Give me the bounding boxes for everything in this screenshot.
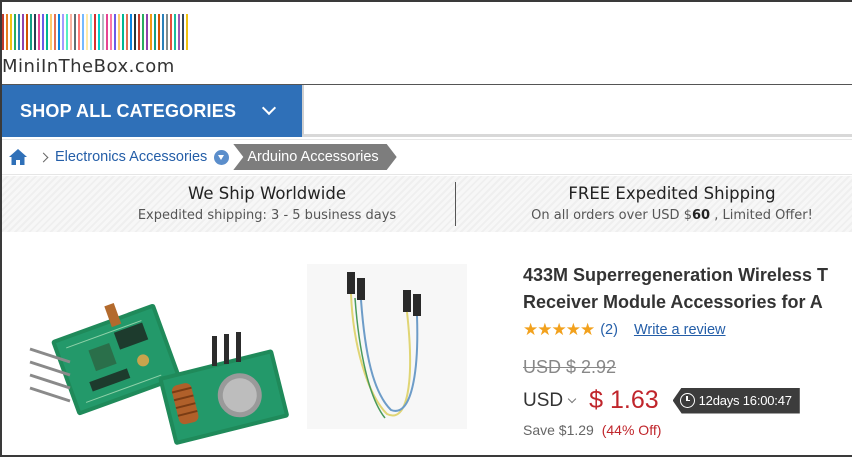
barcode-stripe: [182, 14, 184, 50]
barcode-stripe: [98, 14, 100, 50]
savings-percent: (44% Off): [601, 422, 662, 438]
countdown-timer: 12days 16:00:47: [672, 387, 800, 414]
barcode-stripe: [10, 14, 12, 50]
barcode-stripe: [106, 14, 108, 50]
clock-icon: [679, 392, 695, 408]
ship-worldwide-title: We Ship Worldwide: [188, 184, 346, 203]
barcode-stripe: [186, 14, 188, 50]
currency-label: USD: [523, 389, 564, 411]
barcode-stripe: [162, 14, 164, 50]
product-title-line2: Receiver Module Accessories for A: [523, 292, 823, 312]
barcode-stripe: [2, 14, 4, 50]
rating-stars-icon: ★★★★★: [523, 320, 595, 339]
barcode-stripe: [130, 14, 132, 50]
barcode-stripe: [102, 14, 104, 50]
site-logo[interactable]: MiniInTheBox.com: [2, 14, 192, 78]
barcode-stripe: [158, 14, 160, 50]
barcode-stripe: [146, 14, 148, 50]
chevron-down-icon: [567, 394, 577, 403]
product-thumbnail-image[interactable]: [307, 264, 467, 429]
free-shipping-sub: On all orders over USD $60 , Limited Off…: [507, 208, 837, 223]
barcode-stripe: [134, 14, 136, 50]
price-row: USD $ 1.63 12days 16:00:47: [523, 386, 800, 415]
shop-all-categories-button[interactable]: SHOP ALL CATEGORIES: [2, 85, 302, 137]
barcode-stripe: [38, 14, 40, 50]
barcode-stripe: [18, 14, 20, 50]
barcode-stripe: [54, 14, 56, 50]
barcode-stripe: [114, 14, 116, 50]
barcode-stripe: [30, 14, 32, 50]
savings-amount: Save $1.29: [523, 422, 594, 438]
barcode-stripe: [82, 14, 84, 50]
shipping-banner: We Ship Worldwide Expedited shipping: 3 …: [2, 176, 852, 232]
barcode-stripe: [150, 14, 152, 50]
barcode-stripe: [170, 14, 172, 50]
barcode-stripe: [166, 14, 168, 50]
barcode-stripe: [34, 14, 36, 50]
free-shipping-suffix: , Limited Offer!: [710, 208, 813, 223]
free-shipping-prefix: On all orders over USD $: [531, 208, 692, 223]
barcode-stripe: [138, 14, 140, 50]
product-main-image[interactable]: [24, 254, 294, 454]
barcode-stripe: [94, 14, 96, 50]
page-frame: MiniInTheBox.com SHOP ALL CATEGORIES Ele…: [0, 0, 852, 457]
barcode-stripe: [6, 14, 8, 50]
barcode-stripe: [58, 14, 60, 50]
write-review-link[interactable]: Write a review: [634, 322, 726, 338]
home-icon[interactable]: [8, 148, 28, 166]
logo-text: MiniInTheBox.com: [2, 56, 175, 77]
barcode-stripe: [74, 14, 76, 50]
chevron-down-icon: [262, 100, 277, 116]
barcode-stripe: [70, 14, 72, 50]
savings-info: Save $1.29 (44% Off): [523, 422, 661, 438]
sale-price: $ 1.63: [589, 386, 659, 414]
barcode-stripe: [78, 14, 80, 50]
original-price: USD $ 2.92: [523, 357, 617, 377]
breadcrumb-arduino-accessories[interactable]: Arduino Accessories: [233, 144, 396, 170]
breadcrumb-separator-icon: [38, 152, 49, 162]
breadcrumb: Electronics Accessories Arduino Accessor…: [2, 139, 852, 175]
barcode-stripe: [154, 14, 156, 50]
ship-worldwide-sub: Expedited shipping: 3 - 5 business days: [137, 208, 397, 223]
review-count[interactable]: (2): [600, 322, 618, 338]
ship-worldwide: We Ship Worldwide Expedited shipping: 3 …: [122, 184, 412, 223]
barcode-stripe: [26, 14, 28, 50]
logo-barcode-icon: [2, 14, 190, 50]
breadcrumb-electronics-accessories[interactable]: Electronics Accessories: [55, 149, 207, 165]
currency-selector[interactable]: USD: [523, 389, 577, 412]
barcode-stripe: [14, 14, 16, 50]
barcode-stripe: [22, 14, 24, 50]
barcode-stripe: [174, 14, 176, 50]
barcode-stripe: [66, 14, 68, 50]
barcode-stripe: [62, 14, 64, 50]
barcode-stripe: [42, 14, 44, 50]
barcode-stripe: [86, 14, 88, 50]
barcode-stripe: [142, 14, 144, 50]
product-title-line1: 433M Superregeneration Wireless T: [523, 265, 828, 285]
barcode-stripe: [110, 14, 112, 50]
barcode-stripe: [122, 14, 124, 50]
barcode-stripe: [118, 14, 120, 50]
barcode-stripe: [50, 14, 52, 50]
countdown-text: 12days 16:00:47: [698, 393, 792, 408]
free-shipping: FREE Expedited Shipping On all orders ov…: [507, 184, 837, 223]
product-rating: ★★★★★ (2) Write a review: [523, 320, 726, 340]
shop-all-categories-label: SHOP ALL CATEGORIES: [20, 100, 237, 121]
barcode-stripe: [178, 14, 180, 50]
barcode-stripe: [46, 14, 48, 50]
barcode-stripe: [126, 14, 128, 50]
free-shipping-title: FREE Expedited Shipping: [568, 184, 776, 203]
search-bar-area[interactable]: [302, 85, 852, 137]
barcode-stripe: [90, 14, 92, 50]
shipping-divider: [455, 182, 456, 226]
product-title: 433M Superregeneration Wireless T Receiv…: [523, 262, 852, 316]
breadcrumb-dropdown-icon[interactable]: [214, 149, 230, 165]
free-shipping-amount: 60: [691, 208, 711, 223]
